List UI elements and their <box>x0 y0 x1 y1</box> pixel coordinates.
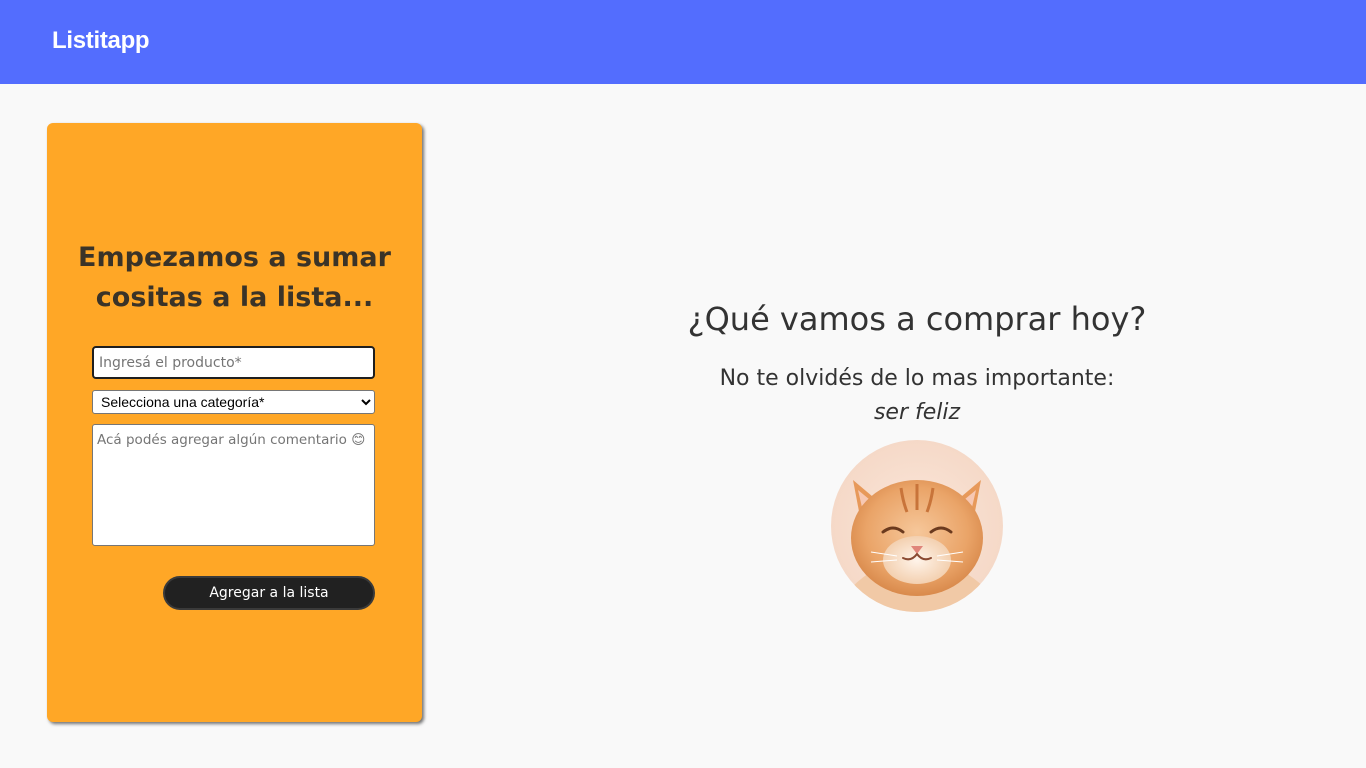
product-input[interactable] <box>92 346 375 379</box>
smiling-cat-photo <box>831 440 1003 612</box>
add-to-list-button[interactable]: Agregar a la lista <box>163 576 375 610</box>
navbar: Listitapp <box>0 0 1366 84</box>
comment-textarea[interactable] <box>92 424 375 546</box>
category-select[interactable]: Selecciona una categoría* <box>92 390 375 414</box>
form-title: Empezamos a sumar cositas a la lista... <box>78 242 391 313</box>
reminder-text: No te olvidés de lo mas importante: <box>719 366 1115 391</box>
main-heading: ¿Qué vamos a comprar hoy? <box>687 300 1147 338</box>
happy-text: ser feliz <box>873 400 961 425</box>
brand-logo[interactable]: Listitapp <box>52 27 150 55</box>
add-item-form-card: Empezamos a sumar cositas a la lista... … <box>47 123 422 722</box>
